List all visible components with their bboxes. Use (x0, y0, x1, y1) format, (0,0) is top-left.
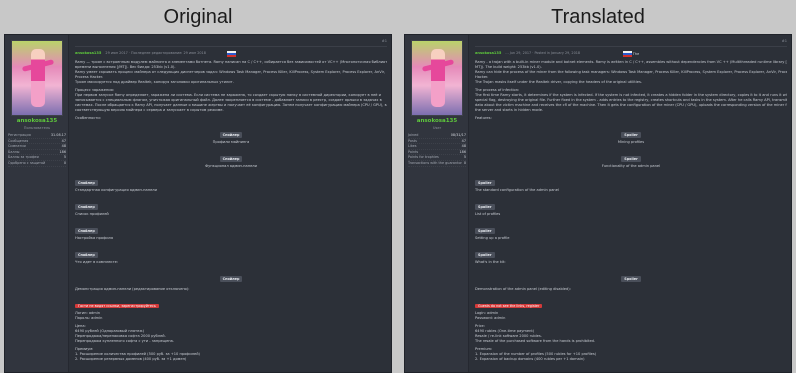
post-date[interactable]: 29 июн 2017 · Последнее редактирование: … (105, 51, 205, 55)
spoiler-button[interactable]: Spoiler (621, 276, 641, 282)
user-stats: Joined 08/31/17 Posts 47 Likes 48 Points 186… (408, 133, 466, 167)
avatar[interactable] (11, 40, 63, 116)
spoiler-button[interactable]: Spoiler (621, 156, 641, 162)
post-meta: ansokosa135 ... Jun 29, 2017 · Posted in … (475, 39, 787, 55)
post-body: ansokosa135 ... Jun 29, 2017 · Posted in … (471, 35, 791, 372)
flag-caption: The (632, 51, 640, 56)
spoiler-button[interactable]: Спойлер (75, 252, 98, 258)
register-warning-link[interactable]: Гости не видят ссылки, зарегистрируйтесь (75, 304, 159, 308)
spoiler-button[interactable]: Spoiler (475, 228, 495, 234)
spoiler-button[interactable]: Спойлер (75, 228, 98, 234)
premium-line: 2. Расширение резервных доменов (400 руб… (75, 357, 187, 361)
forum-post-screenshot: ansokosa135 User Joined 08/31/17 Posts 47 … (404, 34, 792, 373)
user-stats: Регистрация 31.08.17 Сообщения 47 Симпатии… (8, 133, 66, 167)
stat-row: Одобрено с защитой 0 (8, 160, 66, 167)
spoiler-button[interactable]: Spoiler (475, 180, 495, 186)
spoiler-button[interactable]: Спойлер (75, 180, 98, 186)
spoiler-button[interactable]: Spoiler (475, 204, 495, 210)
spoiler-button[interactable]: Spoiler (621, 132, 641, 138)
post-author[interactable]: ansokosa135 (75, 51, 101, 55)
spoiler-button[interactable]: Спойлер (219, 132, 243, 138)
username[interactable]: ansokosa135 (405, 118, 469, 124)
post-number[interactable]: #1 (382, 39, 387, 46)
premium-line: 2. Expansion of backup domains (400 rubl… (475, 357, 585, 361)
username[interactable]: ansokosa135 (5, 118, 69, 124)
stat-row: Transactions with the guarantor 0 (408, 160, 466, 167)
column-heading: Translated (551, 6, 645, 28)
spoiler-button[interactable]: Спойлер (219, 276, 243, 282)
post-body: ansokosa135 29 июн 2017 · Последнее редак… (71, 35, 391, 372)
post-meta: ansokosa135 29 июн 2017 · Последнее редак… (75, 39, 387, 55)
user-role: Пользователь (23, 126, 51, 130)
post-author[interactable]: ansokosa135 (475, 51, 501, 55)
user-role: User (432, 126, 442, 130)
spoiler-button[interactable]: Спойлер (75, 204, 98, 210)
user-sidebar: ansokosa135 Пользователь Регистрация 31.0… (5, 35, 69, 372)
avatar[interactable] (411, 40, 463, 116)
spoiler-button[interactable]: Спойлер (219, 156, 243, 162)
translated-column: Translated ansokosa135 User Joined 08/31/… (404, 0, 792, 373)
forum-post-screenshot: ansokosa135 Пользователь Регистрация 31.0… (4, 34, 392, 373)
post-number[interactable]: #1 (782, 39, 787, 46)
original-column: Original ansokosa135 Пользователь Регист… (4, 0, 392, 373)
post-text-line: Ramy умеет скрывать процесс майнера от с… (75, 70, 386, 74)
column-heading: Original (163, 6, 233, 28)
spoiler-button[interactable]: Spoiler (475, 252, 495, 258)
user-sidebar: ansokosa135 User Joined 08/31/17 Posts 47 … (405, 35, 469, 372)
register-warning-link[interactable]: Guests do not see the links, register (475, 304, 543, 308)
flag-icon (622, 51, 632, 57)
post-text-line: Ramy can hide the process of the miner f… (475, 70, 787, 74)
post-date[interactable]: ... Jun 29, 2017 · Posted in January 29,… (505, 51, 580, 55)
